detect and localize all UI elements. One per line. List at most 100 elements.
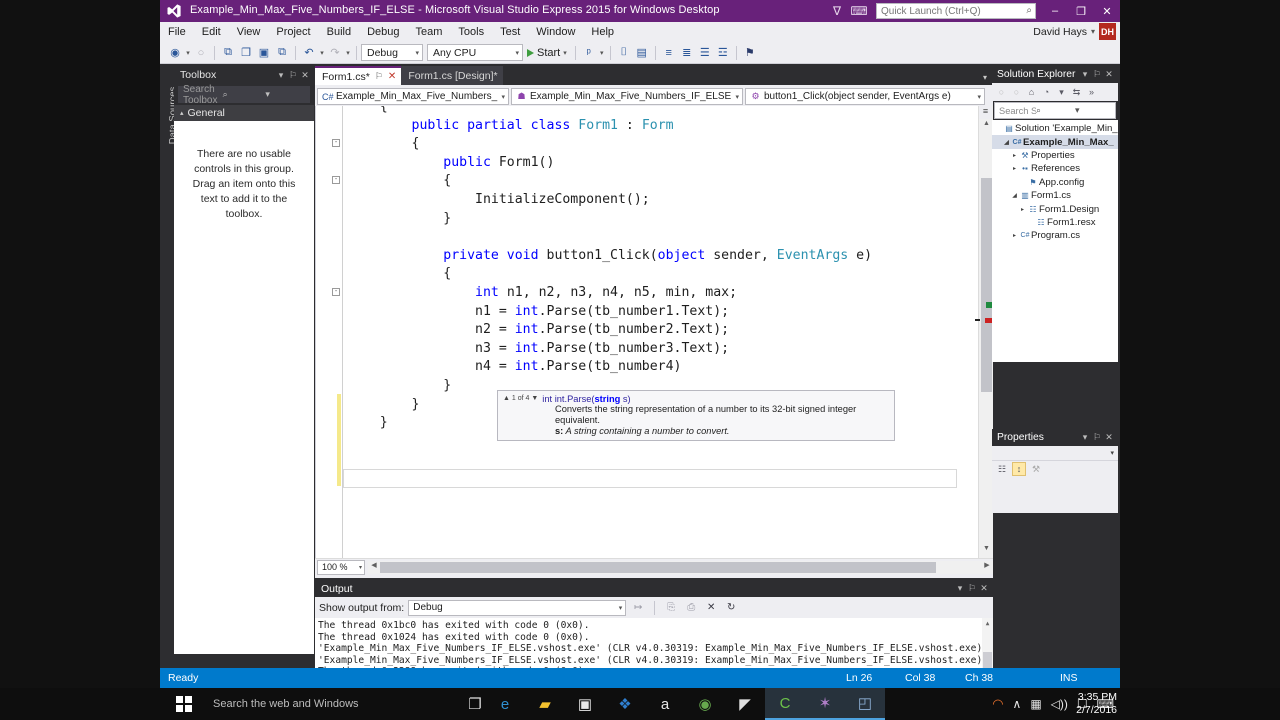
expander-icon[interactable]: ◢	[1002, 139, 1011, 146]
undo-icon[interactable]: ↶	[300, 44, 318, 62]
new-project-icon[interactable]: ⧉	[219, 44, 237, 62]
go-to-previous-icon[interactable]: ⎘	[663, 600, 679, 616]
redo-caret[interactable]: ▾	[344, 49, 352, 57]
pin-icon[interactable]: ⚐	[287, 70, 299, 81]
book-icon[interactable]: ◰	[845, 688, 885, 720]
volume-icon[interactable]: ◁))	[1051, 697, 1068, 711]
navbar-project-dropdown[interactable]: C# Example_Min_Max_Five_Numbers_IF_ELSE …	[317, 88, 509, 105]
pin-icon[interactable]: ⚐	[1091, 432, 1103, 443]
data-sources-tab[interactable]: Data Sources	[160, 64, 179, 686]
split-view-icon[interactable]: ≡	[979, 106, 992, 119]
restore-button[interactable]: ❐	[1068, 0, 1094, 22]
uncomment-icon[interactable]: ▤	[633, 44, 651, 62]
menu-item-help[interactable]: Help	[583, 22, 622, 42]
source-code-text[interactable]: { public partial class Form1 : Form { pu…	[348, 106, 872, 433]
store-icon[interactable]: ▣	[565, 688, 605, 720]
file-explorer-icon[interactable]: ▰	[525, 688, 565, 720]
chevron-down-icon[interactable]: ▾	[954, 583, 966, 594]
tab-form1-cs-design[interactable]: Form1.cs [Design]*	[401, 66, 503, 85]
editor-horizontal-scrollbar[interactable]: ◀ ▶	[368, 560, 993, 574]
minimize-button[interactable]: –	[1042, 0, 1068, 22]
navigate-back-icon[interactable]: ◉	[166, 44, 184, 62]
bookmark-icon[interactable]: ⚑	[741, 44, 759, 62]
feedback-icon[interactable]: ⌨	[848, 0, 870, 22]
navigate-forward-icon[interactable]: ○	[192, 44, 210, 62]
pin-icon[interactable]: ⚐	[966, 583, 978, 594]
close-icon[interactable]: ✕	[388, 71, 396, 82]
start-debug-button[interactable]: Start ▾	[523, 47, 571, 59]
tree-node[interactable]: ▸ C# Program.cs	[992, 229, 1118, 242]
tree-node[interactable]: ▤ Solution 'Example_Min_	[992, 122, 1118, 135]
account-area[interactable]: David Hays ▾ DH	[1033, 23, 1116, 40]
amazon-icon[interactable]: a	[645, 688, 685, 720]
toggle-outlining-icon[interactable]: ☰	[696, 44, 714, 62]
tree-node[interactable]: ▸ ⚒ Properties	[992, 149, 1118, 162]
outlining-collapse-2[interactable]: -	[332, 176, 340, 184]
editor-vertical-scrollbar[interactable]: ≡ ▲ ▼	[975, 106, 993, 558]
sync-icon[interactable]: ⇆	[1070, 85, 1083, 99]
navigate-back-caret[interactable]: ▾	[184, 49, 192, 57]
zoom-level-dropdown[interactable]: 100 % ▾	[317, 559, 365, 575]
overflow-icon[interactable]: »	[1085, 85, 1098, 99]
save-all-icon[interactable]: ⧉	[273, 44, 291, 62]
menu-item-test[interactable]: Test	[492, 22, 528, 42]
camtasia-icon[interactable]: C	[765, 688, 805, 720]
intellisense-overload-nav[interactable]: ▲ 1 of 4 ▼	[503, 394, 538, 402]
chevron-down-icon[interactable]: ▾	[1079, 432, 1091, 443]
line-numbers-icon[interactable]: ☲	[714, 44, 732, 62]
tree-node[interactable]: ◢ ▥ Form1.cs	[992, 189, 1118, 202]
close-icon[interactable]: ✕	[1103, 432, 1115, 443]
tree-node[interactable]: ▸ •▪ References	[992, 162, 1118, 175]
visual-studio-icon[interactable]: ✶	[805, 688, 845, 720]
scroll-down-icon[interactable]: ▼	[979, 545, 993, 558]
outlining-collapse-1[interactable]: -	[332, 139, 340, 147]
chevron-down-icon[interactable]: ▾	[275, 70, 287, 81]
home-icon[interactable]: ⌂	[1025, 85, 1038, 99]
toolbox-search-input[interactable]: Search Toolbox ⌕ ▾	[178, 84, 310, 106]
chevron-down-icon[interactable]: ▾	[1079, 69, 1091, 80]
menu-item-file[interactable]: File	[160, 22, 194, 42]
back-icon[interactable]: ○	[995, 85, 1008, 99]
properties-object-dropdown[interactable]: ▾	[992, 446, 1118, 461]
pin-icon[interactable]: ⚐	[1091, 69, 1103, 80]
glyph-margin[interactable]	[316, 106, 342, 558]
taskbar-clock[interactable]: 3:35 PM 2/7/2016	[1076, 691, 1117, 717]
forward-icon[interactable]: ○	[1010, 85, 1023, 99]
code-editor-surface[interactable]: - - - { public partial class Form1 : For…	[315, 106, 993, 558]
expander-icon[interactable]: ▸	[1018, 206, 1027, 213]
start-button[interactable]	[163, 688, 205, 720]
navbar-member-dropdown[interactable]: ⚙ button1_Click(object sender, EventArgs…	[745, 88, 985, 105]
solution-explorer-search-input[interactable]: Search Solution Explore ⌕ ▾	[994, 102, 1116, 119]
navbar-type-dropdown[interactable]: ☗ Example_Min_Max_Five_Numbers_IF_ELSE.F…	[511, 88, 743, 105]
categorized-view-icon[interactable]: ☷	[995, 462, 1009, 476]
go-to-next-icon[interactable]: ⎙	[683, 600, 699, 616]
search-caret-icon[interactable]: ▾	[265, 89, 305, 100]
menu-item-build[interactable]: Build	[319, 22, 359, 42]
menu-item-view[interactable]: View	[229, 22, 269, 42]
close-icon[interactable]: ✕	[1103, 69, 1115, 80]
avatar[interactable]: DH	[1099, 23, 1116, 40]
show-hidden-icons[interactable]: ∧	[1013, 697, 1022, 711]
expander-icon[interactable]: ▸	[1010, 232, 1019, 239]
save-icon[interactable]: ▣	[255, 44, 273, 62]
tree-node[interactable]: ◢ C# Example_Min_Max_	[992, 135, 1118, 149]
toolbox-body[interactable]: There are no usable controls in this gro…	[174, 121, 314, 654]
scrollbar-thumb[interactable]	[981, 178, 992, 392]
add-item-icon[interactable]: ❐	[237, 44, 255, 62]
output-scroll-up-icon[interactable]: ▲	[982, 618, 993, 630]
events-icon[interactable]: ⚒	[1029, 462, 1043, 476]
properties-grid[interactable]	[992, 477, 1118, 513]
snip-icon[interactable]: ◤	[725, 688, 765, 720]
solution-explorer-tree[interactable]: ▤ Solution 'Example_Min_ ◢ C# Example_Min_Ma…	[992, 120, 1118, 362]
close-button[interactable]: ✕	[1094, 0, 1120, 22]
scroll-right-icon[interactable]: ▶	[981, 561, 993, 574]
menu-item-window[interactable]: Window	[528, 22, 583, 42]
overload-down-icon[interactable]: ▼	[531, 395, 538, 402]
pending-changes-icon[interactable]: ◔	[1040, 85, 1053, 99]
close-icon[interactable]: ✕	[299, 70, 311, 81]
tree-node[interactable]: ☷ Form1.resx	[992, 216, 1118, 229]
solution-configuration-dropdown[interactable]: Debug ▾	[361, 44, 423, 61]
quick-launch-input[interactable]: Quick Launch (Ctrl+Q) ⌕	[876, 3, 1036, 19]
expander-icon[interactable]: ▸	[1010, 165, 1019, 172]
scroll-left-icon[interactable]: ◀	[368, 561, 380, 574]
